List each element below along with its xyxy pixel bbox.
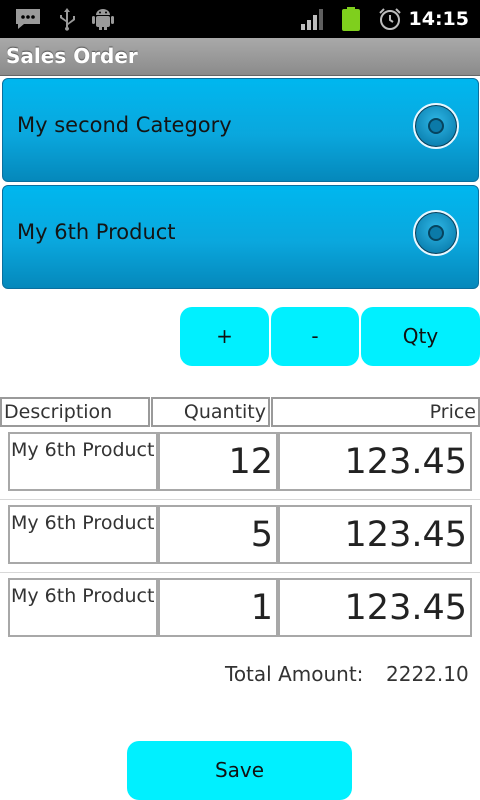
row-price: 123.45 (278, 432, 472, 491)
row-divider (0, 499, 480, 500)
minus-button[interactable]: - (271, 307, 359, 366)
row-description: My 6th Product (8, 505, 158, 564)
alarm-icon (379, 8, 401, 30)
table-row[interactable]: My 6th Product 12 123.45 (0, 432, 480, 504)
product-dropdown-icon (413, 210, 459, 256)
product-spinner[interactable]: My 6th Product (2, 185, 479, 289)
row-description: My 6th Product (8, 578, 158, 637)
row-quantity: 5 (158, 505, 278, 564)
total-amount-label: Total Amount: (225, 662, 364, 686)
page-title: Sales Order (6, 44, 138, 68)
row-price: 123.45 (278, 578, 472, 637)
title-bar: Sales Order (0, 38, 480, 76)
category-spinner[interactable]: My second Category (2, 78, 479, 182)
save-button[interactable]: Save (127, 741, 352, 800)
row-quantity: 1 (158, 578, 278, 637)
row-quantity: 12 (158, 432, 278, 491)
row-divider (0, 572, 480, 573)
row-description: My 6th Product (8, 432, 158, 491)
product-spinner-label: My 6th Product (17, 220, 176, 244)
category-spinner-label: My second Category (17, 113, 232, 137)
status-time: 14:15 (408, 8, 469, 30)
total-amount-value: 2222.10 (386, 662, 469, 686)
header-description: Description (0, 397, 150, 427)
qty-button[interactable]: Qty (361, 307, 480, 366)
plus-button[interactable]: + (180, 307, 269, 366)
header-price: Price (271, 397, 480, 427)
row-price: 123.45 (278, 505, 472, 564)
android-debug-icon (92, 9, 114, 30)
status-bar: 14:15 (0, 0, 480, 38)
category-dropdown-icon (413, 103, 459, 149)
table-row[interactable]: My 6th Product 1 123.45 (0, 578, 480, 650)
signal-icon (301, 9, 323, 30)
table-row[interactable]: My 6th Product 5 123.45 (0, 505, 480, 577)
usb-icon (60, 8, 75, 31)
message-icon (16, 9, 40, 29)
header-quantity: Quantity (151, 397, 270, 427)
battery-icon (342, 7, 360, 31)
